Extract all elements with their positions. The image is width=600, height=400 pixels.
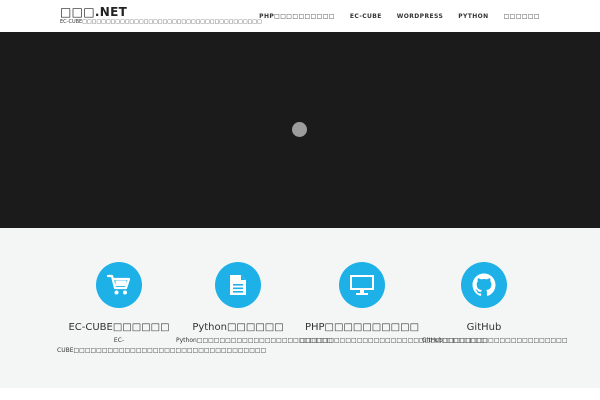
github-icon [472,273,496,296]
nav-item-other[interactable]: □□□□□□ [504,13,540,20]
nav-item-wordpress[interactable]: WORDPRESS [397,13,443,20]
feature-python: Python□□□□□□ Python□□□□□□□□□□□□□□□□□□□□□… [176,262,333,346]
site-brand[interactable]: □□□.NET EC-CUBE□□□□□□□□□□□□□□□□□□□□□□□□□… [60,5,262,26]
main-nav: PHP□□□□□□□□□□ EC-CUBE WORDPRESS PYTHON □… [259,13,540,20]
features-section: EC-CUBE□□□□□□ EC-CUBE□□□□□□□□□□□□□□□□□□□… [0,228,600,388]
feature-icon-circle[interactable] [215,262,261,308]
feature-title[interactable]: PHP□□□□□□□□□□ [300,321,424,334]
feature-title[interactable]: GitHub [422,321,546,334]
nav-item-python[interactable]: PYTHON [458,13,488,20]
feature-icon-circle[interactable] [339,262,385,308]
feature-description: EC-CUBE□□□□□□□□□□□□□□□□□□□□□□□□□□□□□□□□□… [57,337,267,354]
site-description: EC-CUBE□□□□□□□□□□□□□□□□□□□□□□□□□□□□□□□□□… [60,19,262,25]
feature-icon-circle[interactable] [96,262,142,308]
hero-slider [0,32,600,228]
feature-description: Python□□□□□□□□□□□□□□□□□□□□□□□□ [176,337,333,344]
feature-ec-cube: EC-CUBE□□□□□□ EC-CUBE□□□□□□□□□□□□□□□□□□□… [57,262,267,356]
feature-title[interactable]: Python□□□□□□ [176,321,300,334]
feature-icon-circle[interactable] [461,262,507,308]
document-icon [230,275,246,295]
feature-title[interactable]: EC-CUBE□□□□□□ [57,321,181,334]
feature-description: GitHub□□□□□□□□□□□□□□□□□□□□□□ [422,337,568,344]
site-title[interactable]: □□□.NET [60,5,262,19]
nav-item-ec-cube[interactable]: EC-CUBE [350,13,382,20]
site-header: □□□.NET EC-CUBE□□□□□□□□□□□□□□□□□□□□□□□□□… [0,0,600,32]
feature-php: PHP□□□□□□□□□□ □□□□□□□□□□□□□□□□□□□□□□□□□□… [300,262,488,346]
page-bottom [0,388,600,400]
cart-icon [107,274,131,295]
nav-item-php[interactable]: PHP□□□□□□□□□□ [259,13,335,20]
slider-indicator[interactable] [292,122,307,137]
monitor-icon [350,275,374,295]
feature-description: □□□□□□□□□□□□□□□□□□□□□□□□□□□□□□□□□ [300,337,488,344]
feature-github: GitHub GitHub□□□□□□□□□□□□□□□□□□□□□□ [422,262,568,346]
